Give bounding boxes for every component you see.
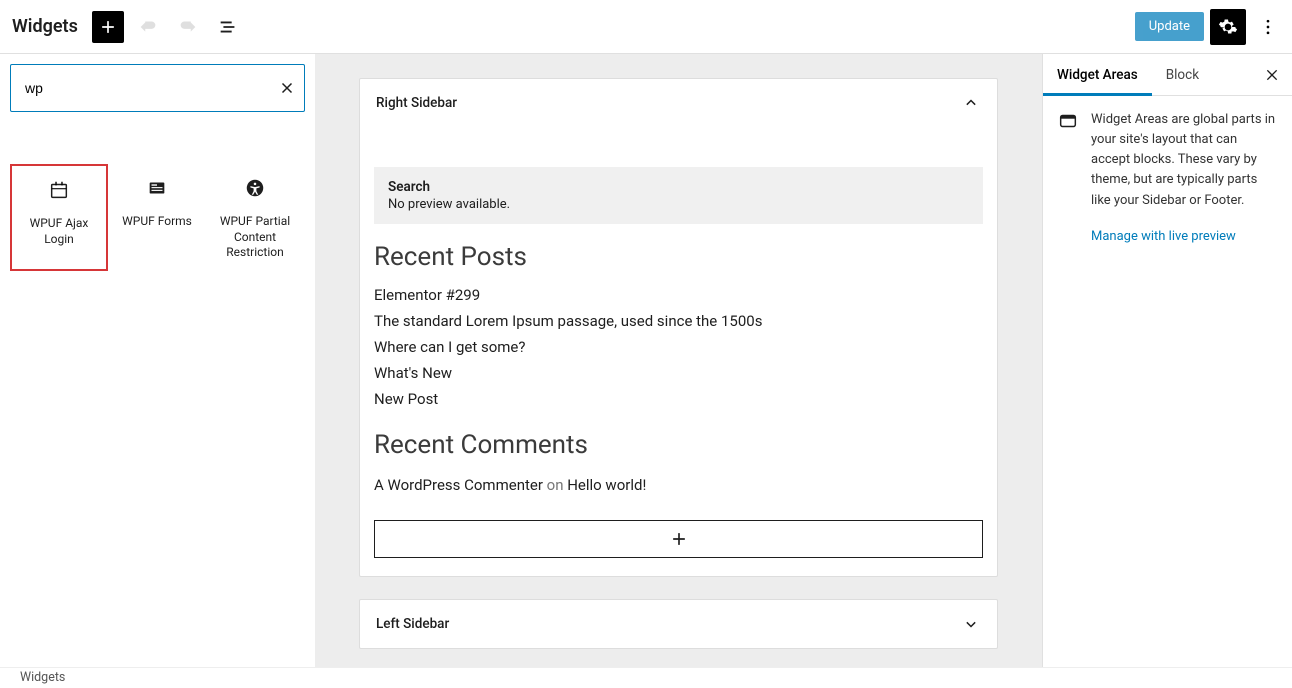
block-label: WPUF Forms <box>122 214 192 230</box>
redo-icon <box>177 16 199 38</box>
block-search-input[interactable] <box>25 80 278 96</box>
add-block-button[interactable] <box>374 520 983 558</box>
widget-area-header[interactable]: Left Sidebar <box>360 600 997 648</box>
widget-area-title: Right Sidebar <box>376 95 457 111</box>
update-button[interactable]: Update <box>1135 12 1204 41</box>
form-icon <box>146 177 168 199</box>
tab-block[interactable]: Block <box>1152 54 1213 95</box>
add-block-toggle[interactable] <box>92 11 124 43</box>
gear-icon <box>1218 17 1238 37</box>
block-label: WPUF Partial Content Restriction <box>210 214 300 261</box>
settings-sidebar: Widget Areas Block Widget Areas are glob… <box>1042 54 1292 667</box>
sidebar-description-wrap: Widget Areas are global parts in your si… <box>1091 110 1278 247</box>
comment-author: A WordPress Commenter <box>374 476 543 494</box>
redo-button[interactable] <box>172 11 204 43</box>
widget-area-left-sidebar: Left Sidebar <box>359 599 998 649</box>
tab-widget-areas[interactable]: Widget Areas <box>1043 54 1152 95</box>
list-item[interactable]: What's New <box>374 360 983 386</box>
list-view-icon <box>217 16 239 38</box>
block-inserter: WPUF Ajax Login WPUF Forms WPUF Partial … <box>0 54 315 667</box>
dots-vertical-icon <box>1258 17 1278 37</box>
undo-button[interactable] <box>132 11 164 43</box>
comment-item[interactable]: A WordPress Commenter on Hello world! <box>374 470 983 496</box>
list-item[interactable]: Elementor #299 <box>374 282 983 308</box>
widget-area-header[interactable]: Right Sidebar <box>360 79 997 127</box>
recent-posts-block[interactable]: Recent Posts Elementor #299 The standard… <box>374 242 983 412</box>
page-title: Widgets <box>8 16 84 37</box>
plus-icon <box>669 529 689 549</box>
undo-icon <box>137 16 159 38</box>
blocks-grid: WPUF Ajax Login WPUF Forms WPUF Partial … <box>10 164 305 271</box>
accessibility-icon <box>244 177 266 199</box>
close-sidebar-button[interactable] <box>1252 67 1292 83</box>
toolbar-left: Widgets <box>8 11 244 43</box>
widget-areas-icon <box>1057 110 1079 247</box>
top-toolbar: Widgets Update <box>0 0 1292 54</box>
block-item-wpuf-ajax-login[interactable]: WPUF Ajax Login <box>10 164 108 271</box>
recent-comments-block[interactable]: Recent Comments A WordPress Commenter on… <box>374 430 983 496</box>
block-item-wpuf-forms[interactable]: WPUF Forms <box>108 164 206 271</box>
toolbar-right: Update <box>1135 9 1284 45</box>
search-block-subtitle: No preview available. <box>388 197 969 212</box>
breadcrumb-item[interactable]: Widgets <box>20 670 65 685</box>
comment-on: on <box>543 476 567 494</box>
recent-posts-list: Elementor #299 The standard Lorem Ipsum … <box>374 282 983 412</box>
live-preview-link[interactable]: Manage with live preview <box>1091 227 1278 247</box>
plus-icon <box>98 17 118 37</box>
sidebar-description: Widget Areas are global parts in your si… <box>1091 112 1275 208</box>
legacy-search-block[interactable]: Search No preview available. <box>374 167 983 224</box>
sidebar-body: Widget Areas are global parts in your si… <box>1043 96 1292 261</box>
calendar-icon <box>48 179 70 201</box>
list-view-button[interactable] <box>212 11 244 43</box>
list-item[interactable]: Where can I get some? <box>374 334 983 360</box>
clear-search-button[interactable] <box>278 79 296 97</box>
block-search-wrap <box>10 64 305 112</box>
sidebar-tabs: Widget Areas Block <box>1043 54 1292 96</box>
settings-button[interactable] <box>1210 9 1246 45</box>
list-item[interactable]: New Post <box>374 386 983 412</box>
close-icon <box>278 79 296 97</box>
block-label: WPUF Ajax Login <box>16 216 102 247</box>
recent-posts-heading: Recent Posts <box>374 242 983 272</box>
more-options-button[interactable] <box>1252 11 1284 43</box>
comment-post: Hello world! <box>567 476 646 494</box>
breadcrumb-bar: Widgets <box>0 667 1292 688</box>
close-icon <box>1264 67 1280 83</box>
widgets-canvas: Right Sidebar Search No preview availabl… <box>315 54 1042 667</box>
widget-area-right-sidebar: Right Sidebar Search No preview availabl… <box>359 78 998 577</box>
block-item-wpuf-restriction[interactable]: WPUF Partial Content Restriction <box>206 164 304 271</box>
layout-icon <box>1057 110 1079 132</box>
recent-comments-heading: Recent Comments <box>374 430 983 460</box>
widget-area-title: Left Sidebar <box>376 616 449 632</box>
search-block-title: Search <box>388 179 969 195</box>
chevron-down-icon <box>961 614 981 634</box>
chevron-up-icon <box>961 93 981 113</box>
list-item[interactable]: The standard Lorem Ipsum passage, used s… <box>374 308 983 334</box>
main-area: WPUF Ajax Login WPUF Forms WPUF Partial … <box>0 54 1292 667</box>
widget-area-body: Search No preview available. Recent Post… <box>360 167 997 576</box>
